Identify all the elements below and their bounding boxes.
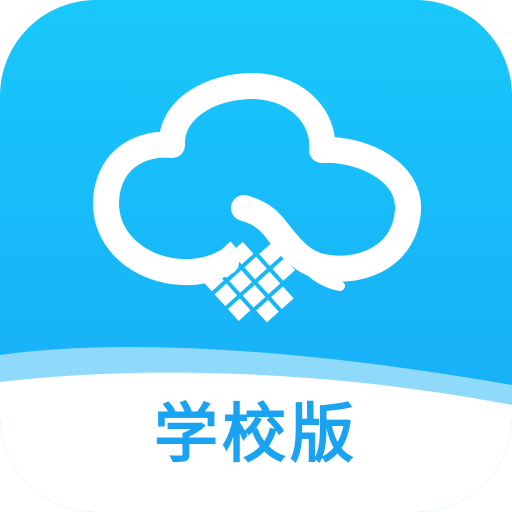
app-icon: 学校版 — [0, 0, 512, 512]
edition-label: 学校版 — [154, 398, 358, 472]
